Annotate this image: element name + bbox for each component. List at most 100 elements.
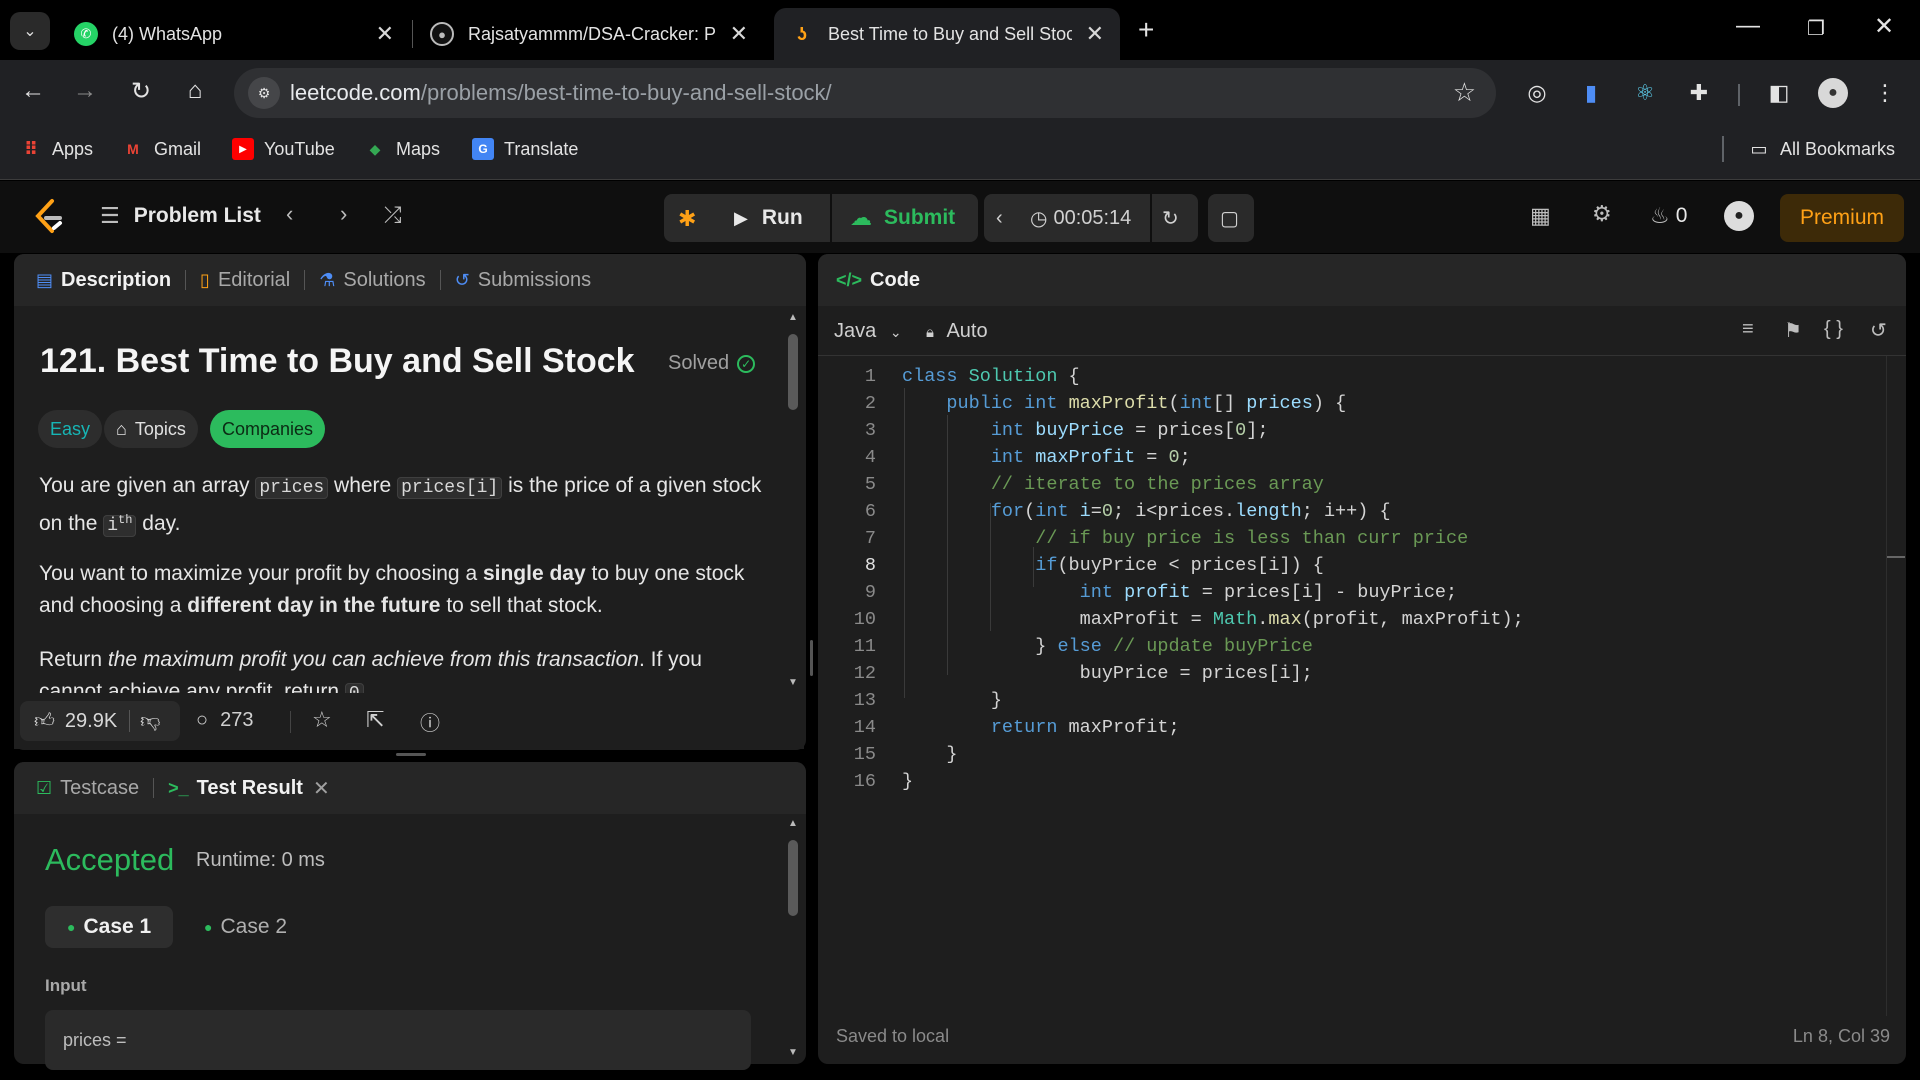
close-icon[interactable]: ✕ <box>313 776 330 801</box>
shuffle-icon[interactable]: ⤮ <box>384 202 402 228</box>
code-line: 15 } <box>853 744 958 765</box>
close-window-icon[interactable]: ✕ <box>1864 12 1904 41</box>
play-icon: ▶ <box>734 207 748 228</box>
horizontal-resize-handle[interactable] <box>810 640 813 676</box>
leetcode-logo-icon[interactable] <box>32 198 66 236</box>
submit-button[interactable]: ☁ Submit <box>832 194 973 242</box>
extensions-puzzle-icon[interactable]: ✚ <box>1684 78 1714 108</box>
editor-minimap-scrollbar[interactable] <box>1886 356 1905 1016</box>
code-line: 3 int buyPrice = prices[0]; <box>864 420 1269 441</box>
auto-mode-toggle[interactable]: 🔒︎ Auto <box>926 320 988 343</box>
settings-gear-icon[interactable]: ⚙ <box>1592 201 1612 227</box>
prev-problem-chevron-icon[interactable]: ‹ <box>286 201 293 227</box>
user-avatar[interactable]: ● <box>1724 201 1754 231</box>
help-question-icon[interactable]: ⓘ <box>420 707 440 736</box>
like-count[interactable]: 29.9K <box>65 710 117 733</box>
share-external-icon[interactable]: ⇱ <box>366 707 384 733</box>
profile-avatar-icon[interactable]: ● <box>1818 78 1848 108</box>
forward-arrow-icon[interactable]: → <box>68 74 102 108</box>
run-button[interactable]: ▶ Run <box>716 194 821 242</box>
tab-test-result[interactable]: >_ Test Result ✕ <box>168 776 330 801</box>
companies-chip[interactable]: Companies <box>210 410 326 448</box>
tab-description[interactable]: ▤ Description <box>36 269 171 292</box>
code-line: 9 int profit = prices[i] - buyPrice; <box>864 582 1458 603</box>
comments-button[interactable]: ○ 273 <box>196 709 253 732</box>
code-line: 14 return maxProfit; <box>853 717 1180 738</box>
checkbox-icon: ☑ <box>36 777 53 798</box>
format-lines-icon[interactable]: ≡ <box>1742 318 1754 341</box>
close-tab-icon[interactable]: ✕ <box>1086 21 1104 47</box>
scroll-up-icon[interactable]: ▲ <box>788 312 798 323</box>
favorite-star-icon[interactable]: ☆ <box>312 707 332 733</box>
next-problem-chevron-icon[interactable]: › <box>340 201 347 227</box>
case-tab-2[interactable]: ● Case 2 <box>182 906 309 948</box>
tab-leetcode[interactable]: ʖ Best Time to Buy and Sell Stock ✕ <box>774 8 1120 60</box>
thumbs-up-icon[interactable]: 👍︎ <box>34 709 55 733</box>
vertical-resize-handle[interactable] <box>396 753 426 756</box>
bookmark-maps[interactable]: ◆ Maps <box>364 138 440 160</box>
braces-icon[interactable]: { } <box>1824 318 1843 341</box>
problem-paragraph-2: You want to maximize your profit by choo… <box>39 562 745 617</box>
bookmark-icon[interactable]: ⚑ <box>1784 318 1802 343</box>
tab-solutions[interactable]: ⚗ Solutions <box>319 269 425 292</box>
back-arrow-icon[interactable]: ← <box>16 74 50 108</box>
case-tab-1[interactable]: ● Case 1 <box>45 906 174 948</box>
code-line: 6 for(int i=0; i<prices.length; i++) { <box>864 501 1391 522</box>
bookmark-translate[interactable]: G Translate <box>472 138 578 160</box>
close-tab-icon[interactable]: ✕ <box>376 21 394 47</box>
extension-book-icon[interactable]: ▮ <box>1576 78 1606 108</box>
home-icon[interactable]: ⌂ <box>178 74 212 108</box>
bookmark-gmail[interactable]: M Gmail <box>122 138 201 160</box>
topics-chip[interactable]: ⌂ Topics <box>104 410 198 448</box>
scroll-down-icon[interactable]: ▼ <box>788 1047 798 1058</box>
timer[interactable]: ◷ 00:05:14 <box>1030 194 1131 242</box>
tab-testcase[interactable]: ☑ Testcase <box>36 777 139 800</box>
tab-search-button[interactable]: ⌄ <box>10 12 50 50</box>
problem-list-link[interactable]: ☰ Problem List <box>100 203 261 229</box>
debugger-bug-icon[interactable]: ✱ <box>678 206 696 232</box>
bookmark-youtube[interactable]: ▶ YouTube <box>232 138 335 160</box>
site-settings-icon[interactable]: ⚙ <box>248 77 280 109</box>
address-bar[interactable]: ⚙ leetcode.com/problems/best-time-to-buy… <box>234 68 1496 118</box>
url-text[interactable]: leetcode.com/problems/best-time-to-buy-a… <box>290 80 832 106</box>
description-scrollbar[interactable]: ▲ ▼ <box>786 310 800 692</box>
close-tab-icon[interactable]: ✕ <box>730 21 748 47</box>
reset-code-icon[interactable]: ↺ <box>1870 318 1887 343</box>
language-select[interactable]: Java ⌄ <box>834 320 902 343</box>
scroll-up-icon[interactable]: ▲ <box>788 818 798 829</box>
minimize-icon[interactable]: — <box>1728 12 1768 40</box>
tab-github[interactable]: ● Rajsatyammm/DSA-Cracker: Pra ✕ <box>414 8 764 60</box>
browser-menu-icon[interactable]: ⋮ <box>1870 78 1900 108</box>
streak-counter[interactable]: ♨ 0 <box>1650 203 1687 229</box>
bookmark-apps[interactable]: ⠿ Apps <box>20 138 93 160</box>
scroll-down-icon[interactable]: ▼ <box>788 677 798 688</box>
code-tab-bar: </> Code <box>818 254 1906 306</box>
all-bookmarks[interactable]: ▭ All Bookmarks <box>1748 138 1895 160</box>
reload-icon[interactable]: ↻ <box>124 74 158 108</box>
new-tab-button[interactable]: + <box>1138 14 1154 46</box>
timer-collapse-chevron-icon[interactable]: ‹ <box>996 194 1003 242</box>
layout-grid-icon[interactable]: ▦ <box>1530 203 1551 229</box>
side-panel-icon[interactable]: ◧ <box>1764 78 1794 108</box>
premium-button[interactable]: Premium <box>1780 194 1904 242</box>
notes-icon[interactable]: ▢ <box>1220 194 1239 242</box>
code-line: 7 // if buy price is less than curr pric… <box>864 528 1469 549</box>
react-devtools-icon[interactable]: ⚛ <box>1630 78 1660 108</box>
timer-reset-icon[interactable]: ↻ <box>1162 194 1179 242</box>
bookmark-star-icon[interactable]: ☆ <box>1453 77 1476 108</box>
tab-divider <box>304 270 306 290</box>
toolbar-divider <box>1738 84 1740 106</box>
thumbs-down-icon[interactable]: 👎︎ <box>140 709 160 733</box>
tab-editorial[interactable]: ▯ Editorial <box>200 269 290 292</box>
scroll-thumb[interactable] <box>788 334 798 410</box>
restore-icon[interactable]: ❐ <box>1796 16 1836 41</box>
tab-submissions[interactable]: ↺ Submissions <box>455 269 591 292</box>
scroll-thumb[interactable] <box>788 840 798 916</box>
code-line: 12 buyPrice = prices[i]; <box>853 663 1313 684</box>
extension-target-icon[interactable]: ◎ <box>1522 78 1552 108</box>
tab-code[interactable]: </> Code <box>836 269 920 292</box>
check-circle-icon: ✓ <box>737 354 756 373</box>
tab-whatsapp[interactable]: ✆ (4) WhatsApp ✕ <box>58 8 410 60</box>
test-result-scrollbar[interactable]: ▲ ▼ <box>786 816 800 1062</box>
result-status: Accepted <box>45 842 175 877</box>
